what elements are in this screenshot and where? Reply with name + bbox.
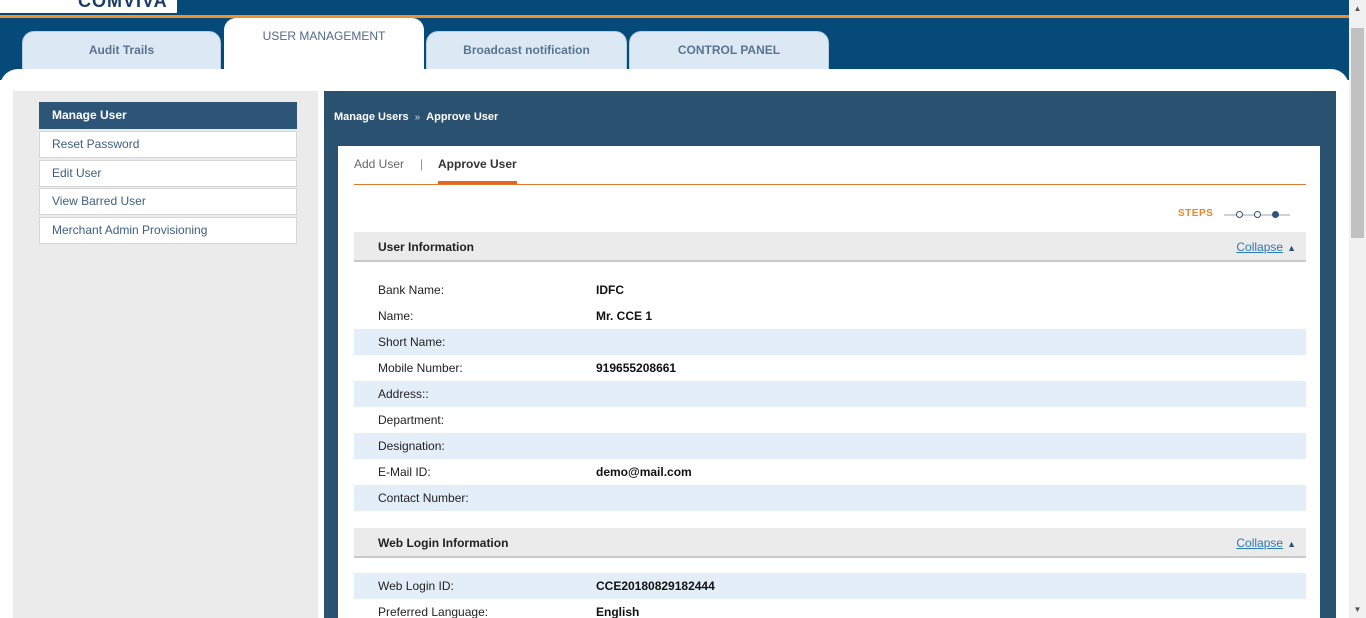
field-label: Short Name: xyxy=(378,335,446,349)
field-label: Designation: xyxy=(378,439,445,453)
subtab-add-user[interactable]: Add User xyxy=(354,157,404,171)
field-value: demo@mail.com xyxy=(596,465,692,479)
sidebar-item-view-barred-user[interactable]: View Barred User xyxy=(39,188,297,215)
field-value: 919655208661 xyxy=(596,361,677,375)
scrollbar-thumb[interactable] xyxy=(1351,28,1364,238)
tab-broadcast-notification[interactable]: Broadcast notification xyxy=(426,31,627,69)
sidebar-item-manage-user[interactable]: Manage User xyxy=(39,102,297,129)
scroll-down-arrow-icon[interactable]: ▼ xyxy=(1349,601,1366,618)
tab-audit-trails[interactable]: Audit Trails xyxy=(22,31,221,69)
collapse-label: Collapse xyxy=(1236,240,1284,254)
field-label: Department: xyxy=(378,413,445,427)
field-row: Department: xyxy=(354,407,1306,433)
tab-control-panel[interactable]: CONTROL PANEL xyxy=(629,31,829,69)
field-label: Web Login ID: xyxy=(378,579,454,593)
field-row: Designation: xyxy=(354,433,1306,459)
collapse-link[interactable]: Collapse ▲ xyxy=(1236,536,1296,550)
logo: COMVIVA xyxy=(0,0,177,13)
sidebar-item-reset-password[interactable]: Reset Password xyxy=(39,131,297,158)
breadcrumb-parent[interactable]: Manage Users xyxy=(334,111,409,123)
field-label: Address:: xyxy=(378,387,429,401)
sidebar-item-merchant-admin-provisioning[interactable]: Merchant Admin Provisioning xyxy=(39,217,297,244)
field-row: Web Login ID: CCE20180829182444 xyxy=(354,573,1306,599)
breadcrumb: Manage Users » Approve User xyxy=(334,111,498,123)
breadcrumb-chevron-icon: » xyxy=(414,112,421,123)
field-row: E-Mail ID: demo@mail.com xyxy=(354,459,1306,485)
scroll-up-arrow-icon[interactable]: ▲ xyxy=(1349,0,1366,17)
collapse-label: Collapse xyxy=(1236,536,1284,550)
field-row: Mobile Number: 919655208661 xyxy=(354,355,1306,381)
field-row: Short Name: xyxy=(354,329,1306,355)
section-title: Web Login Information xyxy=(378,536,509,550)
steps-indicator: STEPS xyxy=(1162,208,1292,222)
header-accent-line xyxy=(0,15,1349,18)
field-value: Mr. CCE 1 xyxy=(596,309,653,323)
step-dot-1 xyxy=(1236,211,1243,218)
section-title: User Information xyxy=(378,240,475,254)
field-label: Preferred Language: xyxy=(378,605,489,618)
step-dot-2 xyxy=(1254,211,1261,218)
tab-user-management[interactable]: USER MANAGEMENT xyxy=(224,18,424,74)
breadcrumb-current: Approve User xyxy=(426,111,499,123)
field-label: Contact Number: xyxy=(378,491,469,505)
field-value: English xyxy=(596,605,640,618)
triangle-up-icon: ▲ xyxy=(1287,539,1296,549)
main-panel: Manage Users » Approve User Add User | App… xyxy=(324,91,1336,618)
triangle-up-icon: ▲ xyxy=(1287,243,1296,253)
field-row: Address:: xyxy=(354,381,1306,407)
vertical-scrollbar[interactable]: ▲ ▼ xyxy=(1349,0,1366,618)
sidebar-item-edit-user[interactable]: Edit User xyxy=(39,160,297,187)
web-login-information-header: Web Login Information Collapse ▲ xyxy=(354,528,1306,558)
subtab-approve-user[interactable]: Approve User xyxy=(438,157,517,171)
header-bottom-curve xyxy=(0,69,1349,89)
steps-label: STEPS xyxy=(1178,208,1214,219)
subtab-active-indicator xyxy=(438,181,517,184)
content-card: Add User | Approve User STEPS User Infor… xyxy=(338,146,1320,618)
field-label: E-Mail ID: xyxy=(378,465,431,479)
user-information-header: User Information Collapse ▲ xyxy=(354,232,1306,262)
subtab-divider: | xyxy=(420,157,424,171)
field-value: IDFC xyxy=(596,283,624,297)
logo-text: COMVIVA xyxy=(78,0,168,11)
field-row: Name: Mr. CCE 1 xyxy=(354,303,1306,329)
step-dot-3 xyxy=(1272,211,1279,218)
field-row: Contact Number: xyxy=(354,485,1306,511)
field-value: CCE20180829182444 xyxy=(596,579,715,593)
collapse-link[interactable]: Collapse ▲ xyxy=(1236,240,1296,254)
field-label: Mobile Number: xyxy=(378,361,463,375)
subtab-bar: Add User | Approve User xyxy=(354,156,1306,185)
sidebar: Manage User Reset Password Edit User Vie… xyxy=(13,91,318,618)
field-row: Bank Name: IDFC xyxy=(354,277,1306,303)
field-label: Name: xyxy=(378,309,414,323)
field-label: Bank Name: xyxy=(378,283,445,297)
field-row: Preferred Language: English xyxy=(354,599,1306,618)
